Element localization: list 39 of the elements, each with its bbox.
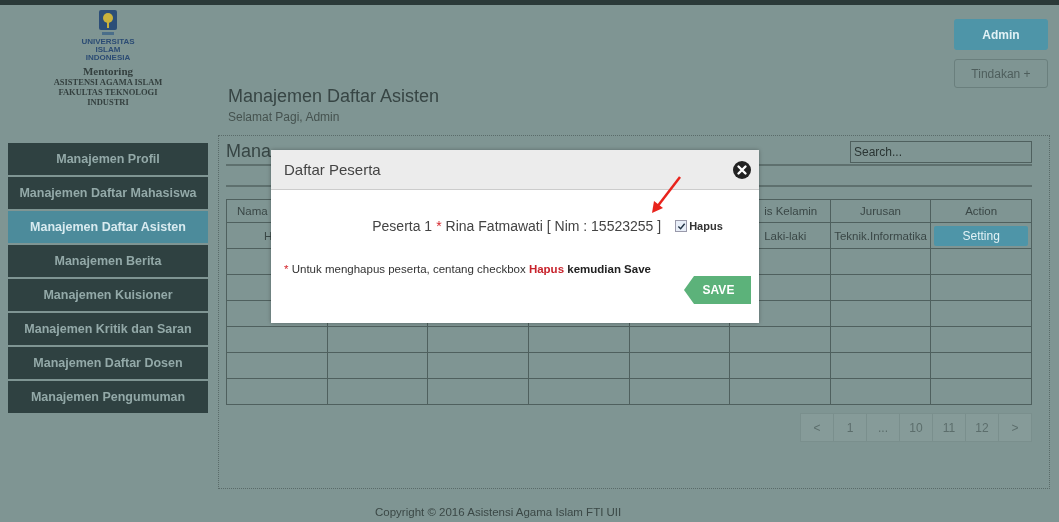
dialog-title: Daftar Peserta xyxy=(284,161,381,178)
app-subtitle: ASISTENSI AGAMA ISLAM FAKULTAS TEKNOLOGI INDUSTRI xyxy=(53,77,163,107)
annotation-arrow xyxy=(649,175,683,215)
sidebar-item[interactable]: Manajemen Daftar Asisten xyxy=(8,211,208,243)
delete-checkbox[interactable] xyxy=(675,220,688,232)
page-link[interactable]: < xyxy=(800,413,834,442)
panel-heading: Mana xyxy=(226,141,272,162)
university-name: UNIVERSITAS ISLAM INDONESIA xyxy=(81,38,135,62)
page-link[interactable]: ... xyxy=(866,413,900,442)
instruction-note: * Untuk menghapus peserta, centang checkbox Hapus kemudian Save xyxy=(284,263,652,275)
close-icon[interactable] xyxy=(733,160,751,179)
admin-button[interactable]: Admin xyxy=(954,19,1048,50)
sidebar-item[interactable]: Manajemen Berita xyxy=(8,245,208,277)
table-cell: Laki-laki xyxy=(764,229,807,242)
page-link[interactable]: > xyxy=(998,413,1032,442)
required-mark: * xyxy=(436,218,442,234)
sidebar-item[interactable]: Manajemen Profil xyxy=(8,143,208,175)
save-button[interactable]: SAVE xyxy=(684,276,751,304)
column-header: Jurusan xyxy=(860,205,901,217)
university-logo-icon xyxy=(98,9,118,37)
sidebar-item[interactable]: Manajemen Kritik dan Saran xyxy=(8,313,208,345)
page-title: Manajemen Daftar Asisten xyxy=(228,86,440,107)
copyright: Copyright © 2016 Asistensi Agama Islam FTI UII xyxy=(375,506,623,518)
sidebar-item[interactable]: Manajemen Kuisioner xyxy=(8,279,208,311)
column-header: is Kelamin xyxy=(764,205,818,217)
greeting: Selamat Pagi, Admin xyxy=(228,110,341,124)
sidebar-item[interactable]: Manajemen Daftar Dosen xyxy=(8,347,208,379)
app-title: Mentoring xyxy=(82,65,134,77)
table-cell: Teknik.Informatika xyxy=(834,229,927,242)
column-header: Nama xyxy=(237,205,268,217)
column-header: Action xyxy=(965,205,998,217)
sidebar-item[interactable]: Manajemen Pengumuman xyxy=(8,381,208,413)
checkbox-label: Hapus xyxy=(689,220,723,232)
table-cell: H xyxy=(264,229,273,242)
sidebar-item[interactable]: Manajemen Daftar Mahasiswa xyxy=(8,177,208,209)
participant-name: Rina Fatmawati [ Nim : 15523255 ] xyxy=(445,218,662,234)
search-field[interactable]: Search... xyxy=(850,140,1032,163)
setting-button[interactable]: Setting xyxy=(934,225,1029,246)
participant-label: Peserta 1 xyxy=(372,218,433,234)
